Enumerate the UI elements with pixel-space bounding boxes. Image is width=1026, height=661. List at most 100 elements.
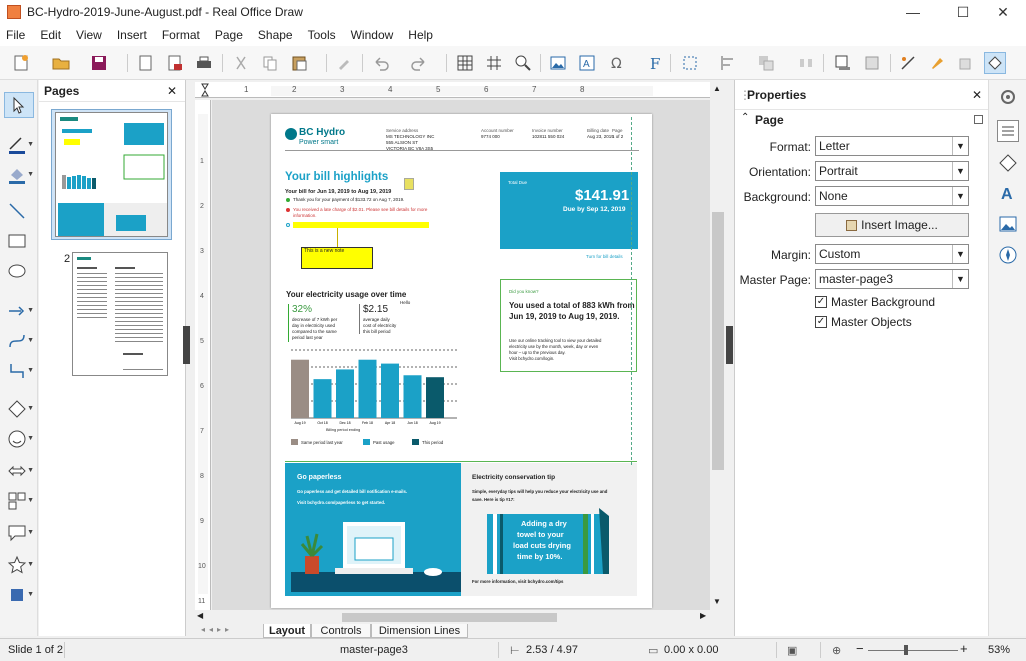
menu-page[interactable]: Page	[215, 28, 243, 42]
scroll-right-icon[interactable]: ▶	[700, 611, 706, 620]
glue-points-icon[interactable]	[926, 52, 948, 74]
toggle-extrusion-icon[interactable]	[955, 52, 977, 74]
master-background-checkbox[interactable]: ✓ Master Background	[815, 295, 935, 309]
zoom-out-icon[interactable]: −	[856, 641, 864, 656]
display-grid-icon[interactable]	[454, 52, 476, 74]
select-icon[interactable]	[4, 92, 34, 118]
fontwork-icon[interactable]: F	[644, 52, 666, 74]
insert-textbox-icon[interactable]: A	[576, 52, 598, 74]
document-page[interactable]: BC Hydro Power smart Service address MS …	[271, 114, 652, 608]
snap-grid-icon[interactable]	[483, 52, 505, 74]
navigator-tab-icon[interactable]	[997, 244, 1019, 266]
properties-tab-icon[interactable]	[997, 120, 1019, 142]
menu-format[interactable]: Format	[162, 28, 200, 42]
collapse-pages-handle[interactable]	[183, 326, 190, 364]
page-2-thumbnail[interactable]	[72, 252, 168, 376]
redo-icon[interactable]	[408, 52, 430, 74]
flowchart-icon[interactable]: ▼	[4, 488, 34, 514]
callout-icon[interactable]: ▼	[4, 520, 34, 546]
styles-tab-icon[interactable]: A	[997, 182, 1019, 204]
collapse-section-icon[interactable]: ⌃	[741, 112, 749, 123]
menu-file[interactable]: File	[6, 28, 25, 42]
connector-icon[interactable]: ▼	[4, 358, 34, 384]
fill-color-icon[interactable]: ▼	[4, 162, 34, 188]
background-select[interactable]: None ▼	[815, 186, 969, 206]
note-icon[interactable]	[404, 178, 414, 190]
zoom-icon[interactable]	[512, 52, 534, 74]
tab-dimension-lines[interactable]: Dimension Lines	[371, 624, 468, 638]
block-arrows-icon[interactable]: ▼	[4, 458, 34, 484]
menu-edit[interactable]: Edit	[40, 28, 61, 42]
close-button[interactable]: ✕	[980, 0, 1026, 24]
close-icon[interactable]: ✕	[167, 84, 177, 98]
export-pdf-icon[interactable]	[164, 52, 186, 74]
new-icon[interactable]	[10, 52, 32, 74]
scroll-left-icon[interactable]: ◀	[197, 611, 203, 620]
special-character-icon[interactable]: Ω	[606, 52, 628, 74]
star-icon[interactable]: ▼	[4, 552, 34, 578]
cut-icon[interactable]	[230, 52, 252, 74]
document-modified-icon[interactable]: ▣	[787, 644, 797, 657]
more-options-icon[interactable]	[974, 115, 983, 124]
zoom-in-icon[interactable]: +	[960, 641, 968, 656]
fit-page-icon[interactable]: ⊕	[832, 644, 841, 657]
settings-gear-icon[interactable]	[997, 86, 1019, 108]
minimize-button[interactable]: —	[890, 0, 936, 24]
curve-icon[interactable]: ▼	[4, 328, 34, 354]
distribute-icon[interactable]	[795, 52, 817, 74]
print-icon[interactable]	[193, 52, 215, 74]
clone-formatting-icon[interactable]	[333, 52, 355, 74]
arrow-line-icon[interactable]: ▼	[4, 298, 34, 324]
shapes-tab-icon[interactable]	[997, 152, 1019, 174]
paste-icon[interactable]	[288, 52, 310, 74]
master-objects-checkbox[interactable]: ✓ Master Objects	[815, 315, 912, 329]
menu-shape[interactable]: Shape	[258, 28, 293, 42]
open-icon[interactable]	[50, 52, 72, 74]
page-section-title[interactable]: Page	[755, 113, 784, 127]
tab-layout[interactable]: Layout	[263, 624, 311, 638]
insert-image-icon[interactable]	[547, 52, 569, 74]
scroll-down-icon[interactable]: ▼	[713, 597, 721, 606]
sidebar-toggle-icon[interactable]	[984, 52, 1006, 74]
insert-image-button[interactable]: Insert Image...	[815, 213, 969, 237]
zoom-slider-thumb[interactable]	[904, 645, 908, 655]
tab-controls[interactable]: Controls	[311, 624, 371, 638]
menu-tools[interactable]: Tools	[308, 28, 336, 42]
horizontal-scrollbar[interactable]: ◀ ▶	[195, 610, 710, 624]
points-icon[interactable]	[897, 52, 919, 74]
master-page-select[interactable]: master-page3 ▼	[815, 269, 969, 289]
collapse-sidebar-handle[interactable]	[726, 326, 733, 364]
vertical-scrollbar[interactable]: ▲ ▼	[710, 82, 726, 610]
menu-help[interactable]: Help	[408, 28, 433, 42]
close-icon[interactable]: ✕	[972, 88, 982, 102]
scroll-up-icon[interactable]: ▲	[713, 84, 721, 93]
horizontal-scroll-thumb[interactable]	[342, 613, 557, 622]
menu-view[interactable]: View	[76, 28, 102, 42]
align-icon[interactable]	[717, 52, 739, 74]
gallery-tab-icon[interactable]	[997, 213, 1019, 235]
copy-icon[interactable]	[259, 52, 281, 74]
menu-insert[interactable]: Insert	[117, 28, 147, 42]
margin-select[interactable]: Custom ▼	[815, 244, 969, 264]
tab-navigation-icon[interactable]: ◂◂▸▸	[201, 625, 233, 634]
arrange-icon[interactable]	[755, 52, 777, 74]
save-icon[interactable]	[88, 52, 110, 74]
menu-window[interactable]: Window	[351, 28, 394, 42]
rectangle-icon[interactable]	[4, 228, 34, 254]
zoom-level[interactable]: 53%	[988, 644, 1010, 656]
symbol-shapes-icon[interactable]: ▼	[4, 426, 34, 452]
format-select[interactable]: Letter ▼	[815, 136, 969, 156]
ellipse-icon[interactable]	[4, 258, 34, 284]
shadow-icon[interactable]	[832, 52, 854, 74]
page-1-thumbnail[interactable]	[55, 112, 168, 237]
transformations-icon[interactable]	[679, 52, 701, 74]
export-icon[interactable]	[135, 52, 157, 74]
zoom-slider[interactable]	[868, 650, 958, 651]
highlighted-bullet[interactable]	[293, 222, 429, 228]
orientation-select[interactable]: Portrait ▼	[815, 161, 969, 181]
line-tool-icon[interactable]	[4, 198, 34, 224]
basic-shapes-icon[interactable]: ▼	[4, 396, 34, 422]
line-color-icon[interactable]: ▼	[4, 132, 34, 158]
undo-icon[interactable]	[370, 52, 392, 74]
crop-icon[interactable]	[861, 52, 883, 74]
